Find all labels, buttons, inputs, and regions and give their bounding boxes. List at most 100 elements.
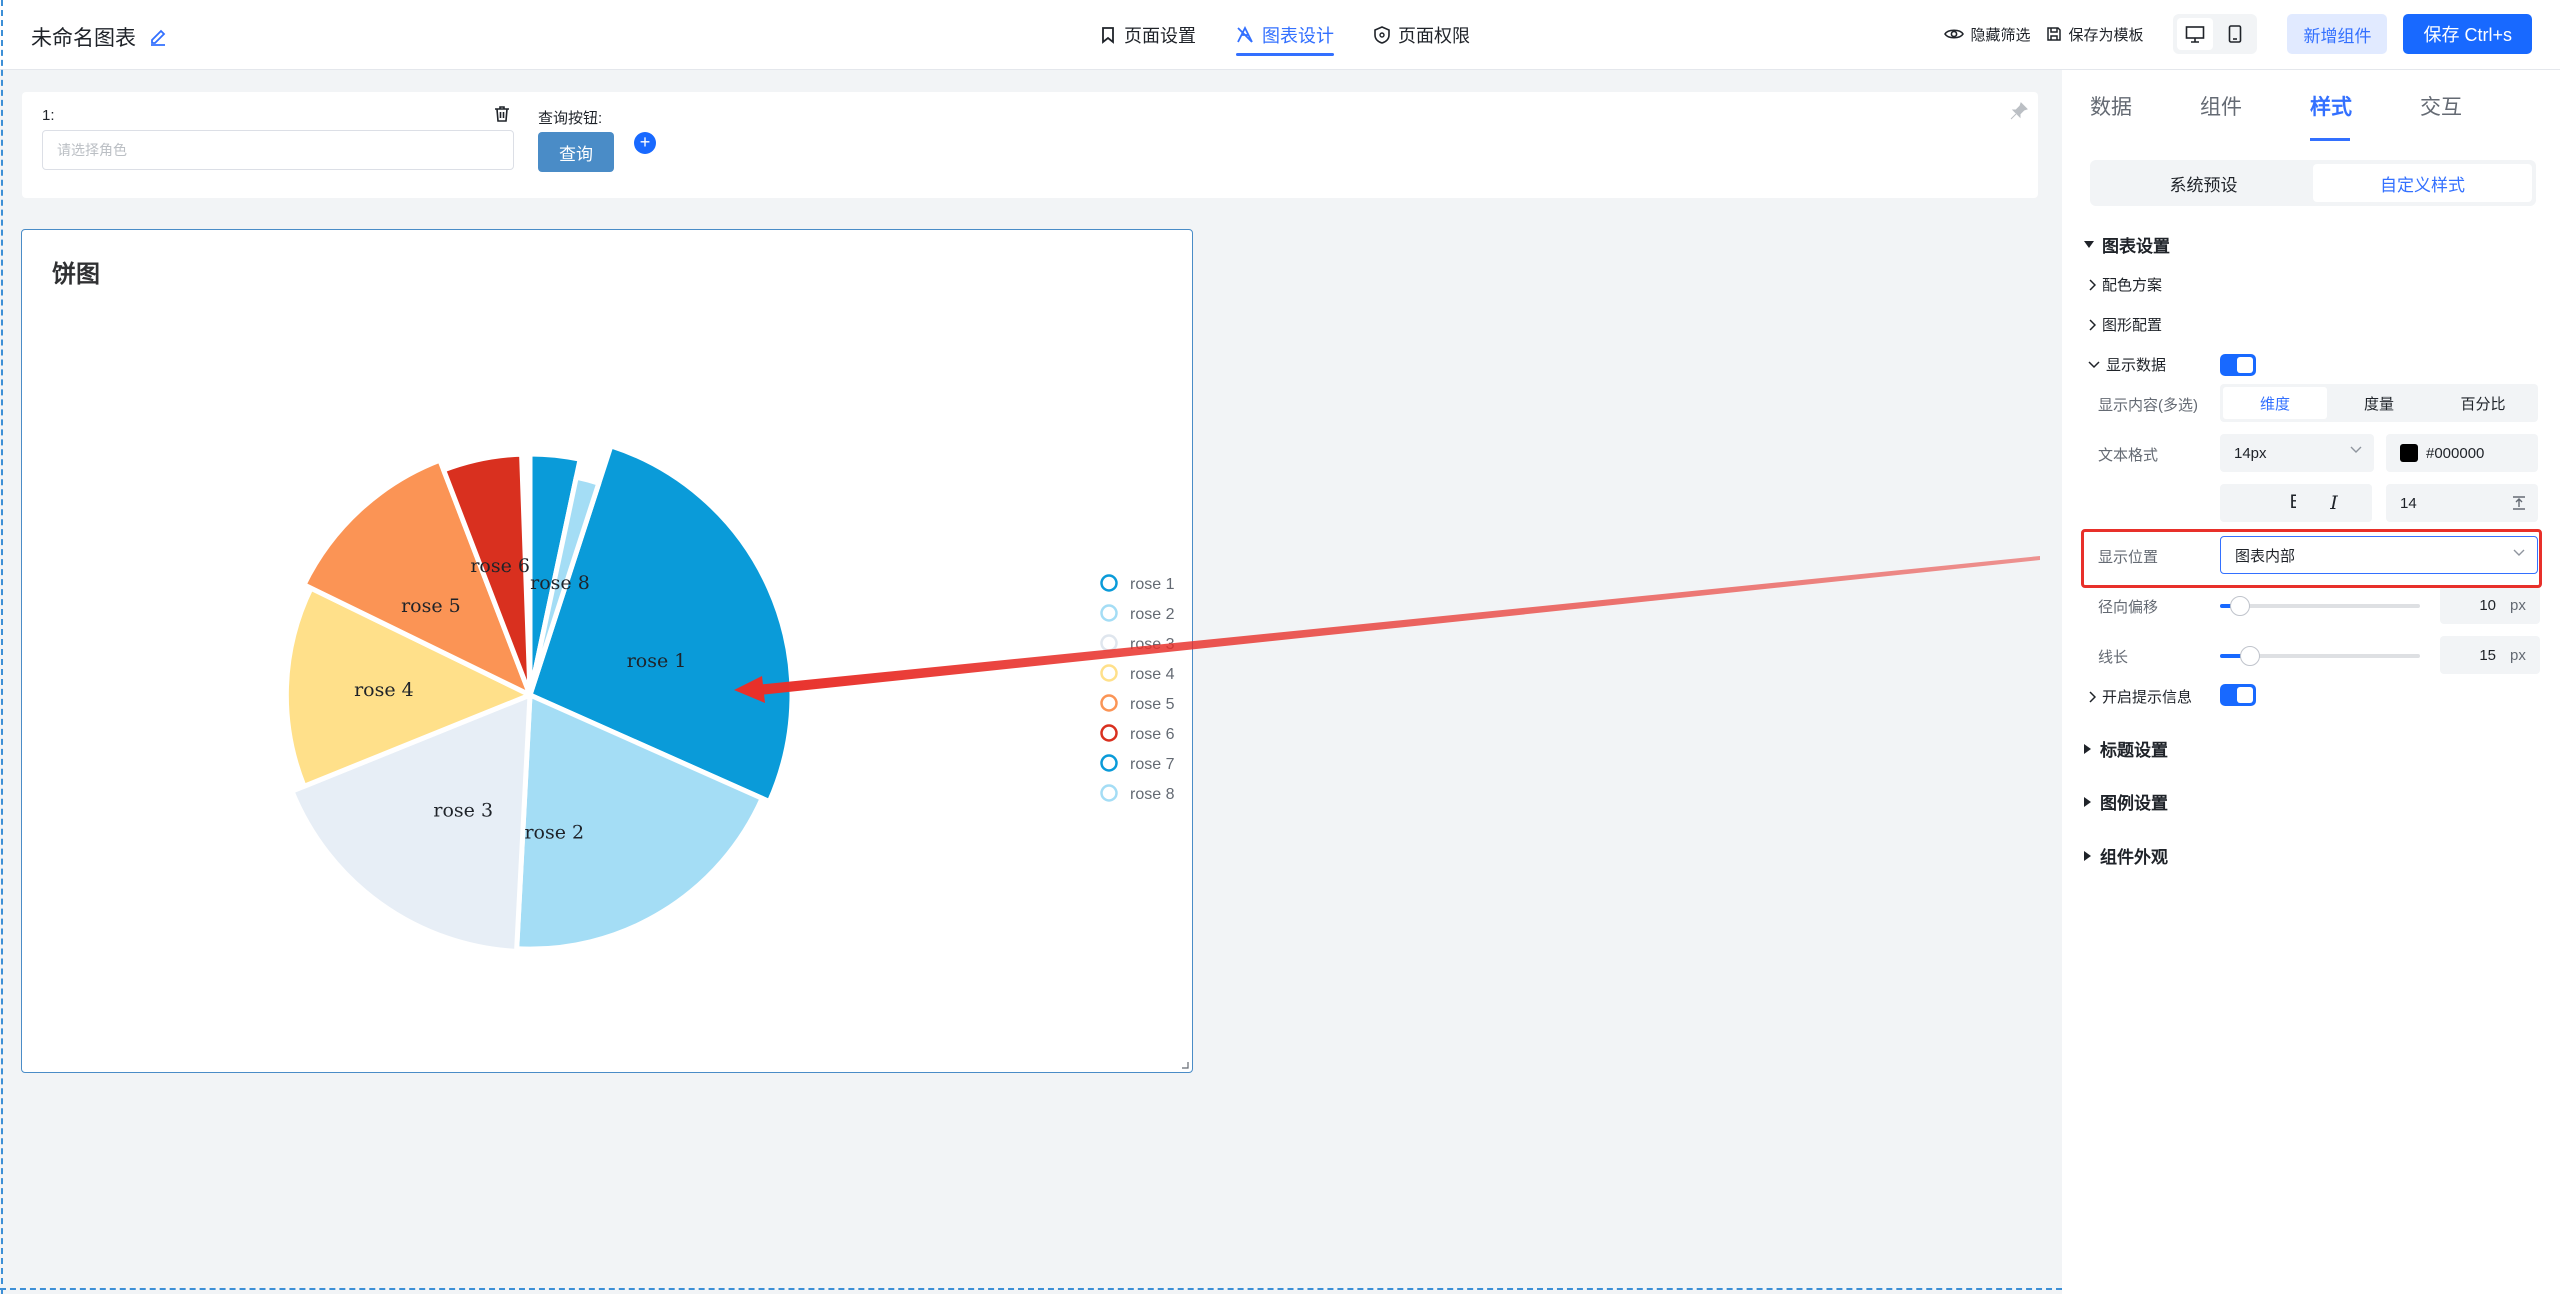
row-tooltip[interactable]: 开启提示信息: [2088, 686, 2192, 707]
legend-marker[interactable]: [1100, 604, 1118, 622]
font-size-select[interactable]: 14px: [2220, 434, 2374, 472]
content-option-dimension[interactable]: 维度: [2223, 387, 2327, 419]
panel-tabs: 数据 组件 样式 交互: [2090, 70, 2530, 142]
italic-button[interactable]: I: [2296, 484, 2372, 522]
phone-icon: [2229, 25, 2242, 43]
resize-handle-icon[interactable]: [1181, 1061, 1189, 1069]
row-show-data[interactable]: 显示数据: [2088, 354, 2166, 375]
section-title-settings[interactable]: 标题设置: [2084, 736, 2168, 761]
add-component-button[interactable]: 新增组件: [2287, 14, 2388, 54]
section-label: 组件外观: [2100, 848, 2168, 867]
chevron-down-icon: [2513, 549, 2525, 556]
radial-offset-input[interactable]: 10 px: [2440, 586, 2540, 624]
color-swatch: [2400, 444, 2418, 462]
legend-marker[interactable]: [1100, 724, 1118, 742]
hide-filter-button[interactable]: 隐藏筛选: [1944, 24, 2030, 45]
custom-style-tab[interactable]: 自定义样式: [2313, 164, 2532, 202]
legend-item[interactable]: rose 2: [1130, 606, 1175, 623]
mobile-view-button[interactable]: [2217, 18, 2253, 50]
legend-item[interactable]: rose 7: [1130, 756, 1175, 773]
save-template-button[interactable]: 保存为模板: [2046, 24, 2143, 45]
pie-chart: rose 1 rose 2 rose 3 rose 4 rose 5 rose 6 rose…: [283, 443, 1175, 954]
row-color-scheme[interactable]: 配色方案: [2088, 274, 2162, 295]
font-color-picker[interactable]: #000000: [2386, 434, 2538, 472]
panel-tab-style[interactable]: 样式: [2310, 70, 2420, 142]
panel-tab-component[interactable]: 组件: [2200, 70, 2310, 142]
slice-label: rose 3: [433, 800, 493, 822]
slider-knob[interactable]: [2230, 596, 2250, 616]
content-option-percent[interactable]: 百分比: [2431, 387, 2535, 419]
content-option-measure[interactable]: 度量: [2327, 387, 2431, 419]
line-length-value: 15: [2479, 646, 2496, 664]
line-height-value: 14: [2400, 494, 2417, 512]
section-chart-settings[interactable]: 图表设置: [2084, 232, 2170, 257]
section-legend-settings[interactable]: 图例设置: [2084, 789, 2168, 814]
trash-icon[interactable]: [494, 105, 510, 123]
display-position-value: 图表内部: [2235, 547, 2296, 565]
query-bar: 1: 请选择角色 查询按钮: 查询 +: [22, 92, 2038, 198]
canvas-border-left: [1, 0, 3, 1294]
slider-knob[interactable]: [2240, 646, 2260, 666]
panel-tab-interaction[interactable]: 交互: [2420, 70, 2530, 142]
legend-marker[interactable]: [1100, 574, 1118, 592]
tooltip-toggle[interactable]: [2220, 684, 2256, 706]
row-shape-config[interactable]: 图形配置: [2088, 314, 2162, 335]
chevron-right-icon: [2089, 690, 2096, 703]
design-icon: [1237, 26, 1253, 43]
chevron-right-icon: [2089, 318, 2096, 331]
system-preset-tab[interactable]: 系统预设: [2094, 164, 2313, 202]
chart-title: 未命名图表: [31, 22, 168, 52]
line-length-input[interactable]: 15 px: [2440, 636, 2540, 674]
tab-page-permission[interactable]: 页面权限: [1374, 0, 1470, 70]
pin-icon[interactable]: [2010, 102, 2028, 120]
edit-icon[interactable]: [148, 27, 168, 47]
save-button[interactable]: 保存 Ctrl+s: [2403, 14, 2532, 54]
legend-marker[interactable]: [1100, 664, 1118, 682]
radial-offset-value: 10: [2479, 596, 2496, 614]
desktop-view-button[interactable]: [2177, 18, 2214, 50]
panel-tab-data[interactable]: 数据: [2090, 70, 2200, 142]
tab-label: 图表设计: [1262, 26, 1334, 46]
slice-label: rose 4: [354, 679, 414, 701]
section-label: 图表设置: [2102, 237, 2170, 256]
legend-item[interactable]: rose 4: [1130, 666, 1175, 683]
section-label: 标题设置: [2100, 741, 2168, 760]
tab-chart-design[interactable]: 图表设计: [1236, 0, 1334, 70]
italic-icon: I: [2330, 492, 2338, 514]
section-appearance[interactable]: 组件外观: [2084, 843, 2168, 868]
legend-marker[interactable]: [1100, 694, 1118, 712]
tab-label: 页面设置: [1124, 26, 1196, 46]
display-position-label: 显示位置: [2098, 549, 2159, 566]
legend-item[interactable]: rose 6: [1130, 726, 1175, 743]
legend-marker[interactable]: [1100, 634, 1118, 652]
slice-label: rose 6: [470, 555, 530, 577]
line-height-input[interactable]: 14: [2386, 484, 2538, 522]
display-position-select[interactable]: 图表内部: [2220, 536, 2538, 574]
radial-offset-slider[interactable]: [2220, 596, 2420, 616]
radial-offset-label: 径向偏移: [2098, 599, 2159, 616]
shield-icon: [1374, 26, 1390, 44]
line-length-slider[interactable]: [2220, 646, 2420, 666]
show-content-select: 维度 度量 百分比: [2220, 384, 2538, 422]
unit-label: px: [2510, 646, 2526, 664]
legend-item[interactable]: rose 3: [1130, 636, 1175, 653]
font-size-value: 14px: [2234, 444, 2267, 462]
chevron-down-icon: [2350, 446, 2362, 453]
canvas-border-bottom: [0, 1288, 2062, 1290]
header-tabs: 页面设置 图表设计 页面权限: [1100, 0, 1470, 70]
header-actions: 隐藏筛选 保存为模板 新增组件 保存 Ctrl+s: [1944, 14, 2532, 54]
legend-item[interactable]: rose 8: [1130, 786, 1175, 803]
row-label: 图形配置: [2102, 317, 2163, 334]
query-button[interactable]: 查询: [538, 132, 614, 172]
legend-item[interactable]: rose 1: [1130, 576, 1175, 593]
role-select[interactable]: 请选择角色: [42, 130, 514, 170]
eye-icon: [1944, 29, 1965, 39]
legend-item[interactable]: rose 5: [1130, 696, 1175, 713]
chevron-down-icon: [2088, 360, 2100, 368]
add-filter-icon[interactable]: +: [634, 132, 656, 154]
pie-chart-card[interactable]: 饼图 rose 1 rose 2 rose 3 rose 4 rose 5 rose 6r…: [21, 229, 1193, 1073]
show-data-toggle[interactable]: [2220, 354, 2256, 376]
legend-marker[interactable]: [1100, 754, 1118, 772]
tab-page-settings[interactable]: 页面设置: [1100, 0, 1196, 70]
legend-marker[interactable]: [1100, 784, 1118, 802]
